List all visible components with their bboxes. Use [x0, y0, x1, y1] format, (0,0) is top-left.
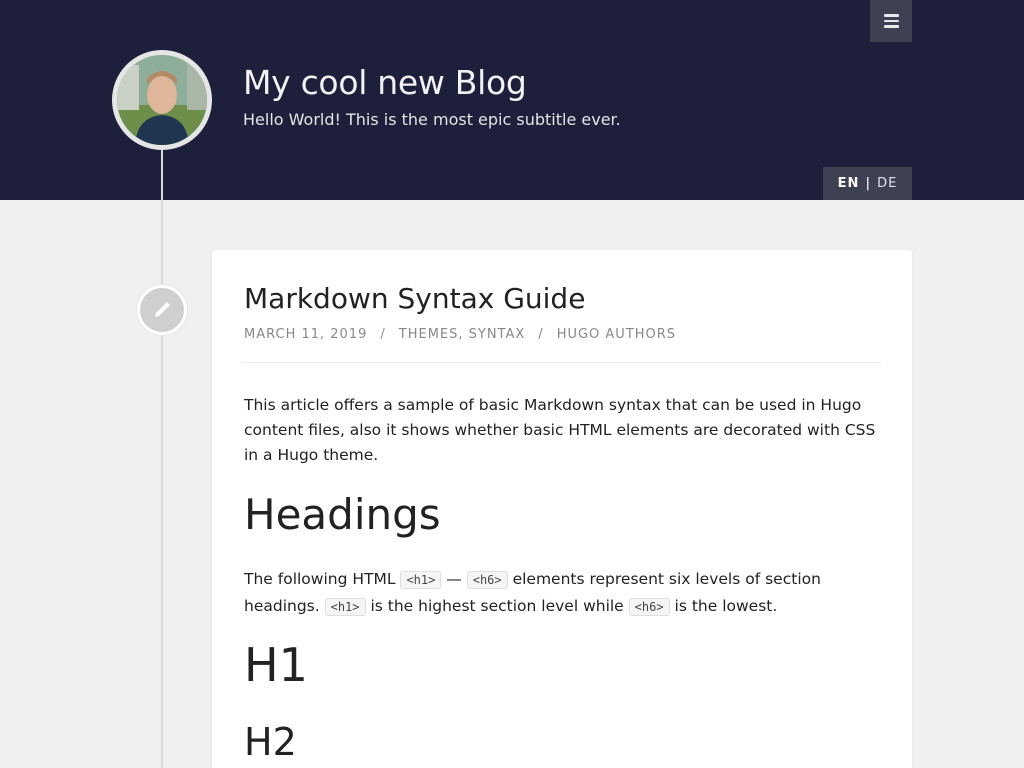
code-h1: <h1> [324, 598, 366, 616]
hamburger-icon [883, 14, 899, 28]
timeline-line [161, 140, 163, 768]
site-subtitle: Hello World! This is the most epic subti… [243, 110, 621, 129]
headings-description: The following HTML <h1> — <h6> elements … [244, 566, 884, 620]
post-meta: MARCH 11, 2019 / THEMES, SYNTAX / HUGO AUTHO… [244, 327, 676, 342]
lang-en-active: EN [837, 176, 860, 191]
desc-text: The following HTML [244, 570, 396, 588]
section-heading: Headings [244, 490, 441, 539]
avatar-photo [117, 55, 207, 145]
code-h6: <h6> [628, 598, 670, 616]
h1-sample: H1 [244, 638, 308, 692]
site-title[interactable]: My cool new Blog [243, 63, 527, 102]
language-switcher: EN | DE [823, 167, 912, 200]
post-card: Markdown Syntax Guide MARCH 11, 2019 / THE… [212, 250, 912, 768]
desc-text: is the highest section level while [370, 597, 624, 615]
pencil-icon [137, 285, 187, 335]
desc-text: is the lowest. [674, 597, 778, 615]
intro-paragraph: This article offers a sample of basic Ma… [244, 396, 876, 464]
meta-separator: / [538, 327, 544, 342]
post-categories[interactable]: THEMES, SYNTAX [399, 327, 526, 342]
avatar[interactable] [112, 50, 212, 150]
lang-de-link[interactable]: DE [877, 176, 897, 191]
menu-button[interactable] [870, 0, 912, 42]
code-h6: <h6> [466, 571, 508, 589]
post-date: MARCH 11, 2019 [244, 327, 368, 342]
post-author: HUGO AUTHORS [556, 327, 677, 342]
post-title[interactable]: Markdown Syntax Guide [244, 282, 585, 315]
em-dash: — [446, 570, 462, 588]
code-h1: <h1> [400, 571, 442, 589]
meta-separator: / [380, 327, 386, 342]
h2-sample: H2 [244, 720, 297, 764]
lang-separator: | [865, 176, 872, 191]
meta-divider [242, 362, 882, 363]
